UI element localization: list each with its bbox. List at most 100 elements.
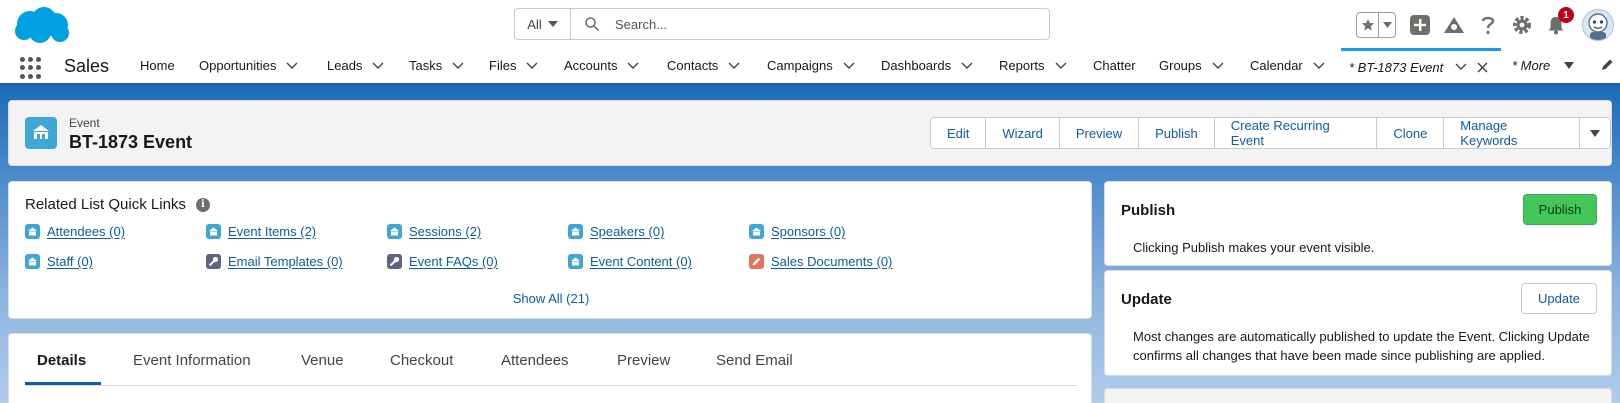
link-staff[interactable]: Staff (0) xyxy=(25,254,93,269)
record-tabs: Details Event Information Venue Checkout… xyxy=(25,334,1077,386)
caret-down-icon xyxy=(1564,62,1575,69)
event-icon xyxy=(387,224,402,239)
tab-send-email[interactable]: Send Email xyxy=(716,352,793,369)
update-button[interactable]: Update xyxy=(1521,283,1597,314)
nav-item-files[interactable]: Files xyxy=(489,48,538,83)
search-input[interactable] xyxy=(615,16,1015,32)
tab-venue[interactable]: Venue xyxy=(301,352,344,369)
event-icon xyxy=(568,254,583,269)
wizard-button[interactable]: Wizard xyxy=(986,118,1060,148)
app-launcher-icon[interactable] xyxy=(20,57,42,79)
update-panel: Update Update Most changes are automatic… xyxy=(1104,270,1612,376)
link-sessions[interactable]: Sessions (2) xyxy=(387,224,481,239)
search-icon xyxy=(585,17,599,31)
manage-keywords-button[interactable]: Manage Keywords xyxy=(1444,118,1580,148)
show-all-link[interactable]: Show All (21) xyxy=(9,291,1093,306)
nav-item-leads[interactable]: Leads xyxy=(327,48,384,83)
tab-details[interactable]: Details xyxy=(37,352,86,369)
record-tabs-card: Details Event Information Venue Checkout… xyxy=(8,333,1092,403)
help-icon[interactable] xyxy=(1476,13,1500,37)
event-icon xyxy=(749,224,764,239)
link-event-faqs[interactable]: Event FAQs (0) xyxy=(387,254,498,269)
chevron-down-icon xyxy=(1212,62,1224,69)
nav-item-groups[interactable]: Groups xyxy=(1159,48,1224,83)
next-panel xyxy=(1104,388,1612,403)
event-icon xyxy=(206,224,221,239)
nav-item-accounts[interactable]: Accounts xyxy=(564,48,639,83)
setup-gear-icon[interactable] xyxy=(1510,13,1534,37)
record-title: BT-1873 Event xyxy=(69,132,193,152)
chevron-down-icon[interactable] xyxy=(1455,63,1467,71)
chevron-down-icon xyxy=(526,62,538,69)
favorites-button-group xyxy=(1356,12,1396,38)
global-create-icon[interactable] xyxy=(1408,13,1432,37)
nav-tab-bt-1873-event[interactable]: * BT-1873 Event xyxy=(1341,48,1501,83)
event-icon xyxy=(568,224,583,239)
link-email-templates[interactable]: Email Templates (0) xyxy=(206,254,343,269)
nav-item-opportunities[interactable]: Opportunities xyxy=(199,48,298,83)
nav-item-contacts[interactable]: Contacts xyxy=(667,48,740,83)
nav-item-reports[interactable]: Reports xyxy=(999,48,1067,83)
link-speakers[interactable]: Speakers (0) xyxy=(568,224,664,239)
tab-event-information[interactable]: Event Information xyxy=(133,352,251,369)
publish-panel: Publish Publish Clicking Publish makes y… xyxy=(1104,181,1612,266)
wrench-icon xyxy=(387,254,402,269)
link-sales-documents[interactable]: Sales Documents (0) xyxy=(749,254,892,269)
edit-button[interactable]: Edit xyxy=(931,118,987,148)
update-panel-title: Update xyxy=(1121,291,1172,308)
app-nav-bar: Sales Home Opportunities Leads Tasks Fil… xyxy=(0,48,1620,86)
publish-button[interactable]: Publish xyxy=(1523,194,1597,225)
link-event-content[interactable]: Event Content (0) xyxy=(568,254,692,269)
salesforce-logo[interactable] xyxy=(10,4,72,46)
event-record-icon xyxy=(25,117,57,149)
publish-action-button[interactable]: Publish xyxy=(1139,118,1215,148)
clone-button[interactable]: Clone xyxy=(1377,118,1445,148)
link-event-items[interactable]: Event Items (2) xyxy=(206,224,316,239)
header-utility-icons: 1 xyxy=(1356,7,1614,41)
edit-nav-pencil-icon[interactable] xyxy=(1600,58,1614,75)
nav-item-chatter[interactable]: Chatter xyxy=(1093,48,1136,83)
more-actions-button[interactable] xyxy=(1580,118,1610,148)
caret-down-icon xyxy=(1590,129,1600,137)
caret-down-icon xyxy=(547,21,558,27)
event-icon xyxy=(25,224,40,239)
tab-preview[interactable]: Preview xyxy=(617,352,670,369)
nav-item-dashboards[interactable]: Dashboards xyxy=(881,48,973,83)
tab-attendees[interactable]: Attendees xyxy=(501,352,569,369)
info-icon[interactable]: i xyxy=(195,197,210,212)
pencil-icon xyxy=(749,254,764,269)
notification-count-badge: 1 xyxy=(1558,7,1574,23)
user-avatar[interactable] xyxy=(1582,9,1614,41)
related-list-title: Related List Quick Links i xyxy=(25,196,210,213)
event-icon xyxy=(25,254,40,269)
publish-panel-title: Publish xyxy=(1121,202,1176,219)
nav-item-campaigns[interactable]: Campaigns xyxy=(767,48,855,83)
tab-checkout[interactable]: Checkout xyxy=(390,352,453,369)
chevron-down-icon xyxy=(843,62,855,69)
update-panel-text-line1: Most changes are automatically published… xyxy=(1133,329,1590,344)
nav-item-tasks[interactable]: Tasks xyxy=(409,48,464,83)
search-scope-label: All xyxy=(527,16,542,32)
chevron-down-icon xyxy=(1055,62,1067,69)
update-panel-text-line2: confirms all changes that have been made… xyxy=(1133,348,1545,363)
trailhead-icon[interactable] xyxy=(1442,13,1466,37)
link-attendees[interactable]: Attendees (0) xyxy=(25,224,125,239)
close-icon[interactable] xyxy=(1477,62,1488,73)
favorites-star-icon[interactable] xyxy=(1357,13,1379,37)
favorites-list-chevron-icon[interactable] xyxy=(1379,22,1395,28)
nav-item-home[interactable]: Home xyxy=(140,48,175,83)
preview-button[interactable]: Preview xyxy=(1059,118,1140,148)
record-type-label: Event xyxy=(69,116,100,130)
create-recurring-event-button[interactable]: Create Recurring Event xyxy=(1214,118,1378,148)
publish-panel-text: Clicking Publish makes your event visibl… xyxy=(1133,240,1375,255)
nav-item-calendar[interactable]: Calendar xyxy=(1250,48,1325,83)
link-sponsors[interactable]: Sponsors (0) xyxy=(749,224,845,239)
chevron-down-icon xyxy=(372,62,384,69)
nav-more-label: * More xyxy=(1512,58,1551,73)
record-actions: Edit Wizard Preview Publish Create Recur… xyxy=(930,117,1611,149)
search-scope-select[interactable]: All xyxy=(515,9,571,39)
notifications-bell-icon[interactable]: 1 xyxy=(1544,7,1574,37)
global-header: All Search... 1 xyxy=(0,0,1620,48)
nav-more-menu[interactable]: * More xyxy=(1512,48,1575,83)
chevron-down-icon xyxy=(452,62,464,69)
